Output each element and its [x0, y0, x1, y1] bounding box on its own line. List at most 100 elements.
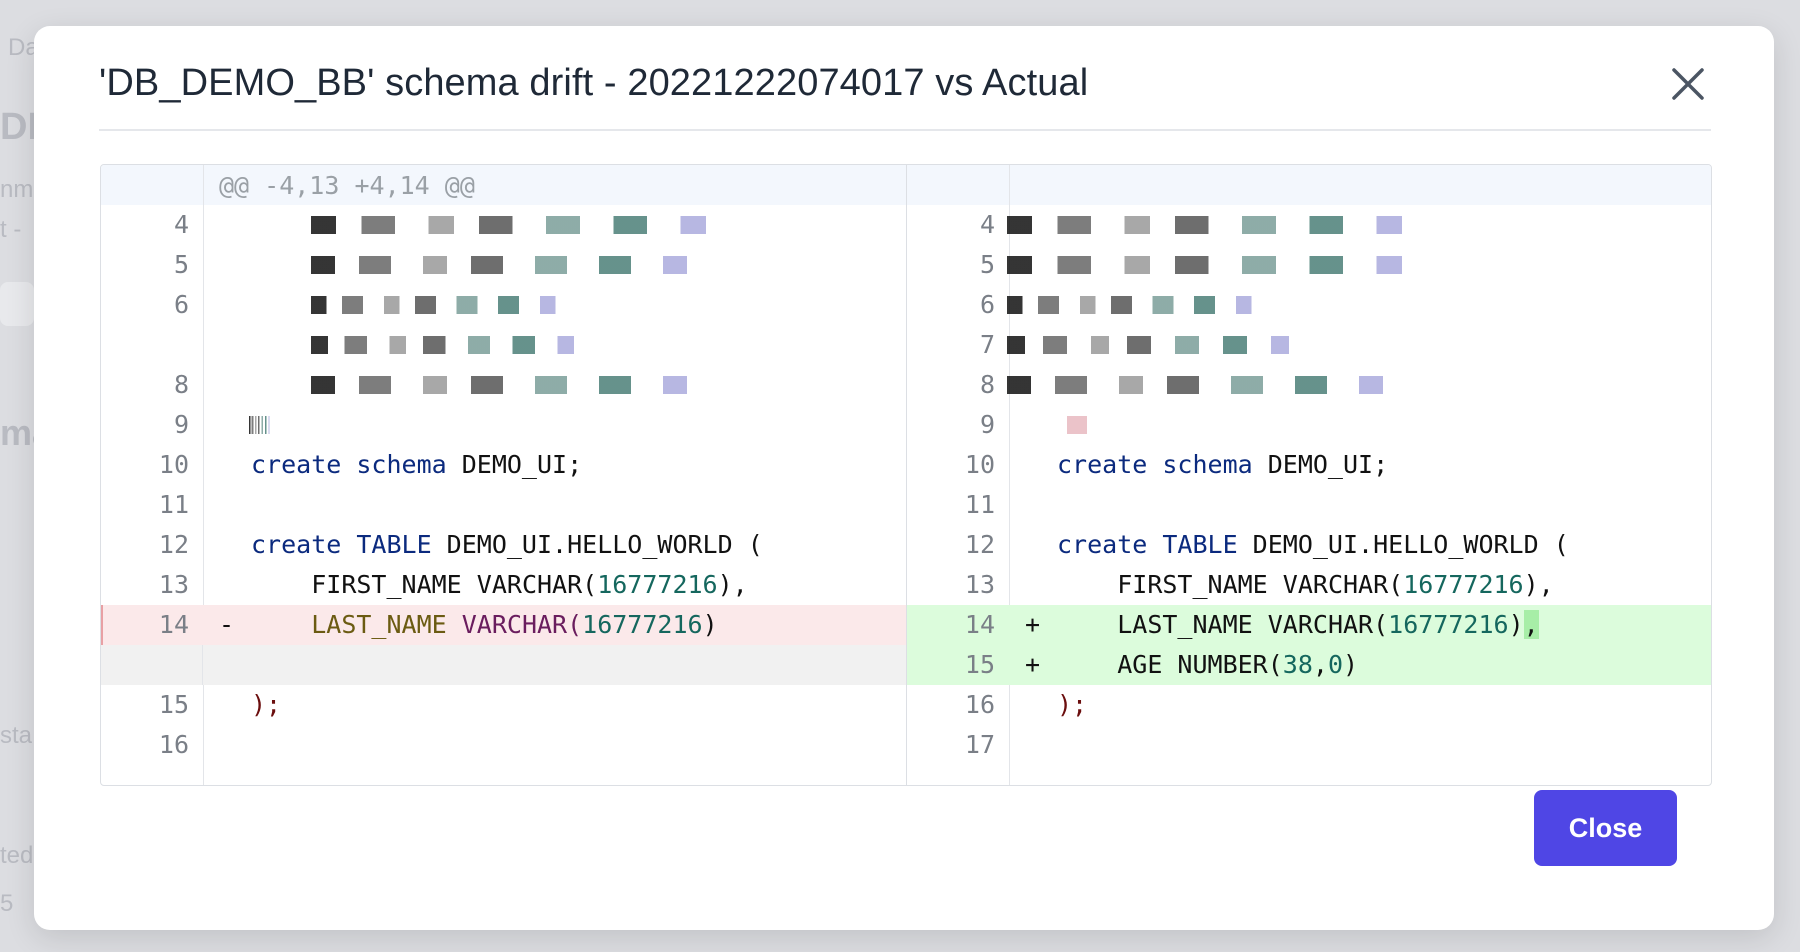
deleted-row: 14 - LAST_NAME VARCHAR(16777216)	[101, 605, 906, 645]
diff-row: 6	[101, 285, 906, 325]
diff-row: 12 create TABLE DEMO_UI.HELLO_WORLD (	[101, 525, 906, 565]
line-number: 15	[158, 690, 189, 719]
bg-fragment: nm	[0, 176, 34, 203]
code-line: );	[251, 690, 282, 719]
diff-row: 8	[907, 365, 1711, 405]
redacted-content	[1007, 336, 1307, 354]
diff-row	[101, 325, 906, 365]
bg-fragment: 5	[0, 890, 14, 917]
redacted-content	[1007, 296, 1267, 314]
line-number: 14	[101, 605, 203, 645]
line-number	[101, 325, 203, 365]
line-number	[101, 645, 203, 685]
code-line: create TABLE DEMO_UI.HELLO_WORLD (	[1057, 530, 1569, 559]
diff-viewer: @@ -4,13 +4,14 @@ 4 5 6 8 9 10 create sc…	[100, 164, 1712, 786]
redacted-content	[1007, 256, 1427, 274]
diff-row: 4	[907, 205, 1711, 245]
code-line: FIRST_NAME VARCHAR(16777216),	[311, 570, 748, 599]
close-icon[interactable]	[1666, 62, 1710, 106]
code-line: AGE NUMBER(38,0)	[1117, 650, 1359, 679]
redacted-content	[1007, 376, 1407, 394]
empty-row	[101, 645, 906, 685]
title-divider	[99, 129, 1711, 131]
line-number: 12	[964, 530, 995, 559]
line-number: 4	[979, 210, 995, 239]
redacted-content	[249, 416, 271, 434]
line-number: 10	[158, 450, 189, 479]
added-row: 14 + LAST_NAME VARCHAR(16777216),	[907, 605, 1711, 645]
redacted-content	[1067, 416, 1087, 434]
line-number: 6	[173, 290, 189, 319]
line-number: 4	[173, 210, 189, 239]
bg-card	[0, 282, 34, 326]
bg-fragment: t -	[0, 216, 22, 243]
schema-drift-modal: 'DB_DEMO_BB' schema drift - 202212220740…	[34, 26, 1774, 930]
redacted-content	[311, 336, 591, 354]
line-number: 5	[173, 250, 189, 279]
line-number: 14	[964, 610, 995, 639]
diff-row: 5	[907, 245, 1711, 285]
line-number: 10	[964, 450, 995, 479]
redacted-content	[311, 376, 711, 394]
code-line: create schema DEMO_UI;	[1057, 450, 1389, 479]
code-line: LAST_NAME VARCHAR(16777216),	[1117, 610, 1539, 639]
diff-marker-minus: -	[219, 610, 235, 639]
code-line: create TABLE DEMO_UI.HELLO_WORLD (	[251, 530, 763, 559]
diff-row: 11	[907, 485, 1711, 525]
code-line: );	[1057, 690, 1088, 719]
diff-row: 7	[907, 325, 1711, 365]
hunk-header-text: @@ -4,13 +4,14 @@	[219, 171, 475, 200]
diff-row: 9	[907, 405, 1711, 445]
line-number: 13	[964, 570, 995, 599]
line-number: 11	[158, 490, 189, 519]
line-number: 9	[979, 410, 995, 439]
line-number: 15	[964, 650, 995, 679]
bg-fragment: sta	[0, 722, 33, 749]
hunk-header: @@ -4,13 +4,14 @@	[101, 165, 906, 205]
redacted-content	[311, 296, 571, 314]
diff-row: 9	[101, 405, 906, 445]
diff-row: 10 create schema DEMO_UI;	[907, 445, 1711, 485]
diff-row: 5	[101, 245, 906, 285]
diff-row: 17	[907, 725, 1711, 765]
line-number: 5	[979, 250, 995, 279]
redacted-content	[1007, 216, 1427, 234]
close-button[interactable]: Close	[1534, 790, 1677, 866]
diff-row: 10 create schema DEMO_UI;	[101, 445, 906, 485]
added-row: 15 + AGE NUMBER(38,0)	[907, 645, 1711, 685]
line-number: 6	[979, 290, 995, 319]
line-number: 16	[964, 690, 995, 719]
diff-row: 13 FIRST_NAME VARCHAR(16777216),	[907, 565, 1711, 605]
line-number: 8	[979, 370, 995, 399]
modal-title: 'DB_DEMO_BB' schema drift - 202212220740…	[99, 62, 1089, 104]
line-number: 12	[158, 530, 189, 559]
diff-row: 8	[101, 365, 906, 405]
added-char-highlight: ,	[1523, 610, 1539, 639]
line-number: 9	[173, 410, 189, 439]
redacted-content	[311, 256, 711, 274]
hunk-header	[907, 165, 1711, 205]
diff-row: 4	[101, 205, 906, 245]
diff-pane-actual: 4 5 6 7 8 9 10 create schema DEMO_UI; 11…	[907, 165, 1711, 785]
redacted-content	[311, 216, 731, 234]
line-number: 17	[964, 730, 995, 759]
line-number: 7	[979, 330, 995, 359]
code-line: FIRST_NAME VARCHAR(16777216),	[1117, 570, 1554, 599]
line-number: 16	[158, 730, 189, 759]
diff-row: 12 create TABLE DEMO_UI.HELLO_WORLD (	[907, 525, 1711, 565]
bg-fragment: ted	[0, 842, 34, 869]
diff-row: 11	[101, 485, 906, 525]
diff-row: 15 );	[101, 685, 906, 725]
code-line: create schema DEMO_UI;	[251, 450, 583, 479]
line-number: 8	[173, 370, 189, 399]
diff-marker-plus: +	[1025, 610, 1041, 639]
line-number: 11	[964, 490, 995, 519]
diff-row: 16	[101, 725, 906, 765]
diff-pane-expected: @@ -4,13 +4,14 @@ 4 5 6 8 9 10 create sc…	[101, 165, 907, 785]
diff-marker-plus: +	[1025, 650, 1041, 679]
code-line: LAST_NAME VARCHAR(16777216)	[311, 610, 718, 639]
diff-row: 6	[907, 285, 1711, 325]
diff-row: 13 FIRST_NAME VARCHAR(16777216),	[101, 565, 906, 605]
diff-row: 16 );	[907, 685, 1711, 725]
line-number: 13	[158, 570, 189, 599]
